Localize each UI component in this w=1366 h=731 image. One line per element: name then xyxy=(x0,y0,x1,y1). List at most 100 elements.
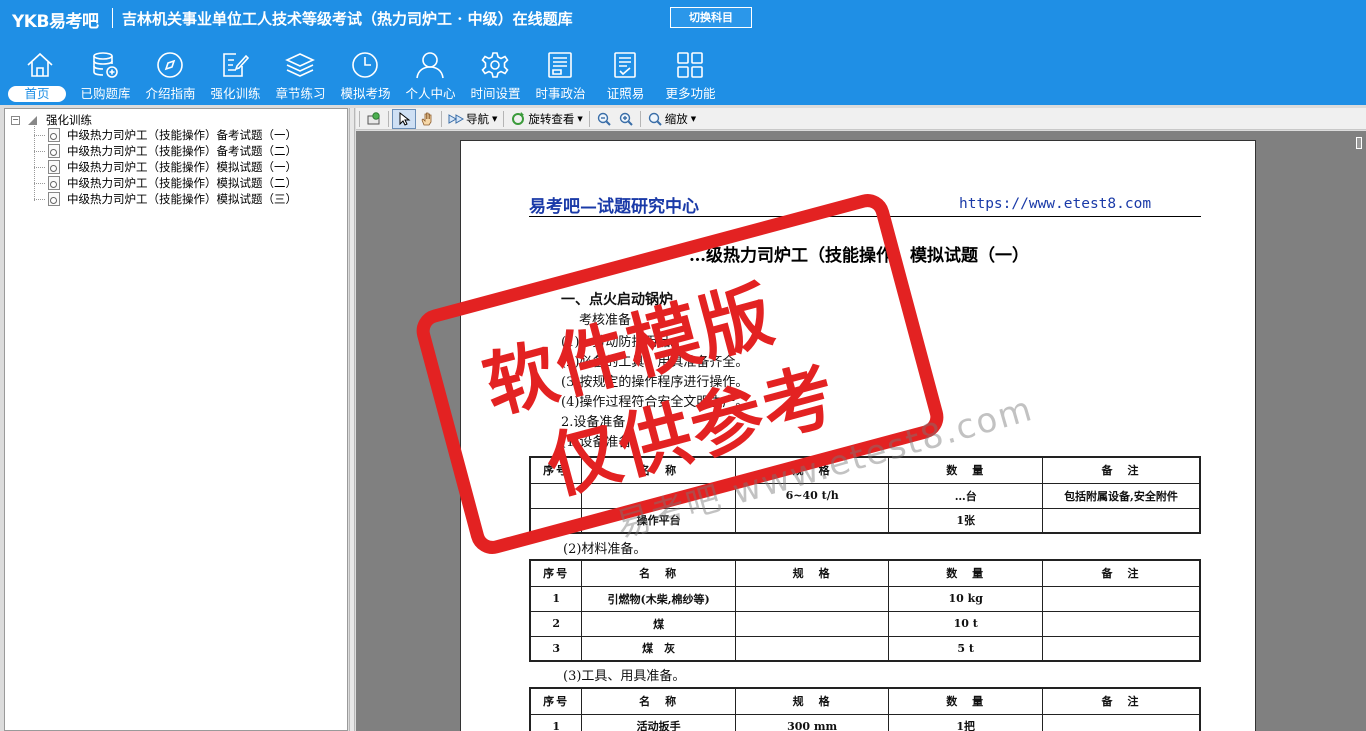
tree-item-label: 中级热力司炉工（技能操作）备考试题（二） xyxy=(67,144,297,158)
switch-subject-button[interactable]: 切换科目 xyxy=(670,7,752,28)
panel-splitter[interactable] xyxy=(349,108,355,731)
nav-training-label: 强化训练 xyxy=(210,86,261,101)
toolbar-divider xyxy=(441,110,442,127)
hand-icon xyxy=(421,112,432,125)
toolbar-divider xyxy=(503,110,505,127)
table-row: 操作平台 1张 xyxy=(529,507,1201,534)
col-header: 数 量 xyxy=(888,456,1043,484)
col-header: 名 称 xyxy=(581,687,736,715)
nav-certificate[interactable]: 证照易 xyxy=(593,46,658,104)
screen-icon xyxy=(367,111,380,124)
col-header: 备 注 xyxy=(1041,559,1201,587)
document-icon xyxy=(48,160,60,174)
tree-item-label: 中级热力司炉工（技能操作）备考试题（一） xyxy=(67,128,297,142)
table-row: 2 煤 10 t xyxy=(529,610,1201,637)
nav-guide-label: 介绍指南 xyxy=(145,86,196,101)
table-row: 1 引燃物(木柴,棉纱等) 10 kg xyxy=(529,585,1201,612)
cursor-icon xyxy=(399,111,411,126)
zoom-out-icon xyxy=(597,112,611,126)
tree-root[interactable]: − 强化训练 xyxy=(11,113,92,127)
doc-title: …级热力司炉工（技能操作）模拟试题（一） xyxy=(689,246,1029,266)
caret-down-icon: ▼ xyxy=(690,114,697,123)
nav-home-label: 首页 xyxy=(8,86,66,102)
table-cell: 1张 xyxy=(888,507,1043,534)
table-cell: 1把 xyxy=(888,713,1043,731)
title-bar: YKB易考吧 吉林机关事业单位工人技术等级考试（热力司炉工 · 中级）在线题库 … xyxy=(0,0,1366,36)
news-icon xyxy=(548,52,572,78)
body-line: 考核准备 xyxy=(579,313,632,328)
nav-mock-exam-label: 模拟考场 xyxy=(340,86,391,101)
zoom-label: 缩放 xyxy=(664,111,688,126)
tree-item-label: 中级热力司炉工（技能操作）模拟试题（一） xyxy=(67,160,297,174)
table-cell xyxy=(1041,585,1201,612)
table-cell xyxy=(734,507,890,534)
tree-item-label: 中级热力司炉工（技能操作）模拟试题（三） xyxy=(67,192,297,206)
table-cell xyxy=(1041,610,1201,637)
magnifier-icon xyxy=(648,112,662,126)
nav-home[interactable]: 首页 xyxy=(8,46,73,104)
body-line: (3)按规定的操作程序进行操作。 xyxy=(561,375,749,390)
navigate-icon xyxy=(448,113,464,124)
table-cell: 10 kg xyxy=(888,585,1043,612)
table-row: 3 煤 灰 5 t xyxy=(529,635,1201,662)
col-header: 规 格 xyxy=(734,687,890,715)
select-tool-button[interactable] xyxy=(392,108,416,129)
table-cell: 煤 灰 xyxy=(581,635,736,662)
tree-item[interactable]: 中级热力司炉工（技能操作）模拟试题（一） xyxy=(34,159,297,175)
gear-icon xyxy=(481,52,509,78)
table-cell: 300 mm xyxy=(734,713,890,731)
scrollbar-thumb[interactable] xyxy=(1356,137,1362,149)
document-page: 易考吧—试题研究中心 https://www.etest8.com …级热力司炉… xyxy=(460,140,1256,731)
body-line: (3)工具、用具准备。 xyxy=(563,669,686,684)
folder-icon xyxy=(28,115,37,125)
table-cell: 3 xyxy=(529,635,583,662)
toolbar-divider xyxy=(588,110,590,127)
zoom-dropdown[interactable]: 缩放 ▼ xyxy=(644,109,699,129)
nav-time-settings[interactable]: 时间设置 xyxy=(463,46,528,104)
zoom-in-button[interactable] xyxy=(615,109,637,129)
nav-guide[interactable]: 介绍指南 xyxy=(138,46,203,104)
nav-training[interactable]: 强化训练 xyxy=(203,46,268,104)
tree-item[interactable]: 中级热力司炉工（技能操作）备考试题（一） xyxy=(34,127,297,143)
table-cell: 6~40 t/h xyxy=(734,482,890,509)
nav-more[interactable]: 更多功能 xyxy=(658,46,723,104)
nav-mock-exam[interactable]: 模拟考场 xyxy=(333,46,398,104)
table-row: 6~40 t/h …台 包括附属设备,安全附件 xyxy=(529,482,1201,509)
tree-item[interactable]: 中级热力司炉工（技能操作）备考试题（二） xyxy=(34,143,297,159)
nav-profile[interactable]: 个人中心 xyxy=(398,46,463,104)
nav-chapters-label: 章节练习 xyxy=(275,86,326,101)
collapse-icon[interactable]: − xyxy=(11,115,20,125)
toolbar-divider xyxy=(388,110,389,127)
navigate-dropdown[interactable]: 导航 ▼ xyxy=(445,109,500,129)
zoom-out-button[interactable] xyxy=(593,109,615,129)
table-cell: …台 xyxy=(888,482,1043,509)
pan-tool-button[interactable] xyxy=(416,109,438,129)
tree-item-label: 中级热力司炉工（技能操作）模拟试题（二） xyxy=(67,176,297,190)
tree-item[interactable]: 中级热力司炉工（技能操作）模拟试题（三） xyxy=(34,191,297,207)
compass-icon xyxy=(157,52,183,78)
doc-header-left: 易考吧—试题研究中心 xyxy=(529,197,699,217)
certificate-icon xyxy=(614,52,636,78)
edit-icon xyxy=(223,53,250,77)
save-view-button[interactable] xyxy=(363,109,385,129)
document-icon xyxy=(48,128,60,142)
table-cell: 活动扳手 xyxy=(581,713,736,731)
col-header: 规 格 xyxy=(734,456,890,484)
nav-current-affairs[interactable]: 时事政治 xyxy=(528,46,593,104)
user-icon xyxy=(416,52,444,79)
toolbar-divider xyxy=(639,110,641,127)
document-icon xyxy=(48,176,60,190)
table-cell: 煤 xyxy=(581,610,736,637)
rotate-dropdown[interactable]: 旋转查看 ▼ xyxy=(507,109,585,129)
tree-item[interactable]: 中级热力司炉工（技能操作）模拟试题（二） xyxy=(34,175,297,191)
nav-current-affairs-label: 时事政治 xyxy=(535,86,586,101)
rotate-label: 旋转查看 xyxy=(528,111,575,126)
col-header: 名 称 xyxy=(581,456,736,484)
rotate-icon xyxy=(512,111,525,125)
table-cell xyxy=(581,482,736,509)
nav-purchased[interactable]: 已购题库 xyxy=(73,46,138,104)
body-line: (2)必备的工具、用具准备齐全。 xyxy=(561,355,749,370)
document-viewer[interactable]: 易考吧—试题研究中心 https://www.etest8.com …级热力司炉… xyxy=(356,131,1366,731)
nav-chapters[interactable]: 章节练习 xyxy=(268,46,333,104)
col-header: 序号 xyxy=(529,456,583,484)
